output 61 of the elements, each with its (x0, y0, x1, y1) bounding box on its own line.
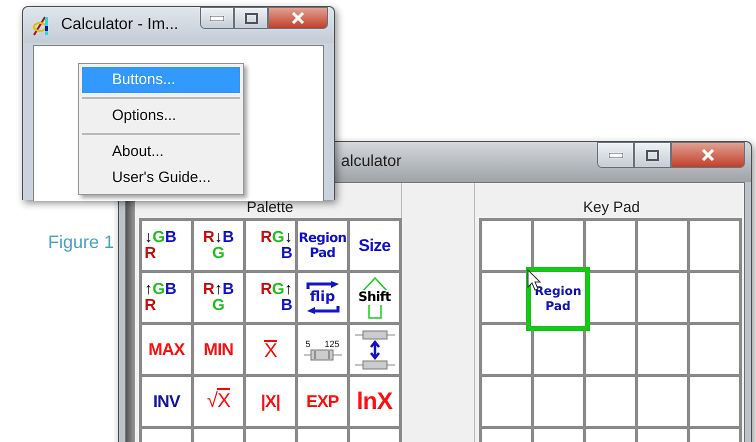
palette-key[interactable]: Region Pad (298, 221, 347, 270)
minimize-icon (210, 16, 224, 20)
panel-title: Palette (246, 198, 294, 218)
close-icon (291, 12, 305, 24)
palette-key[interactable]: ↑GB R (142, 273, 191, 322)
palette-key[interactable]: MAX (142, 325, 191, 374)
keypad-cell (690, 273, 739, 322)
maximize-icon (646, 150, 659, 160)
maximize-button[interactable] (634, 142, 671, 168)
palette-key[interactable]: R↑B G (194, 273, 243, 322)
keypad-key[interactable]: Region Pad (526, 267, 590, 331)
close-button[interactable] (671, 142, 745, 168)
palette-key[interactable]: √X (194, 377, 243, 426)
keypad-cell (534, 377, 583, 426)
palette-key[interactable]: Shift (350, 273, 399, 322)
keypad-cell (690, 325, 739, 374)
arrow-right-icon (306, 281, 340, 290)
keypad-cell (586, 221, 635, 270)
keypad-cell (482, 221, 531, 270)
keypad-cell (586, 377, 635, 426)
close-icon (701, 149, 715, 161)
maximize-icon (244, 12, 258, 24)
keypad-cell (482, 325, 531, 374)
close-button[interactable] (268, 7, 328, 29)
double-slider-icon (354, 330, 394, 370)
palette-key[interactable]: RG↓ B (246, 221, 295, 270)
palette-key[interactable]: MIN (194, 325, 243, 374)
palette-key[interactable]: 5 125 (298, 325, 347, 374)
palette-key[interactable]: INV (142, 377, 191, 426)
keypad-cell (534, 221, 583, 270)
palette-key[interactable]: lnX (350, 377, 399, 426)
palette-key[interactable]: |X| (246, 377, 295, 426)
keypad-cell (690, 221, 739, 270)
keypad-cell (638, 377, 687, 426)
minimize-button[interactable] (597, 142, 634, 168)
maximize-button[interactable] (234, 7, 268, 29)
keypad-cell (638, 273, 687, 322)
palette-key[interactable]: Size (350, 221, 399, 270)
palette-key[interactable]: ↓GB R (142, 221, 191, 270)
palette-key[interactable]: X (246, 325, 295, 374)
palette-key[interactable]: RG↑ B (246, 273, 295, 322)
keypad-cell (638, 325, 687, 374)
keypad-cell (690, 377, 739, 426)
window-title: alculator (341, 153, 402, 171)
arrow-left-icon (306, 305, 340, 314)
window-title: Calculator - Im... (61, 16, 178, 34)
palette-key[interactable]: EXP (298, 377, 347, 426)
minimize-icon (608, 152, 622, 158)
palette-key[interactable] (350, 325, 399, 374)
slider-icon (304, 348, 342, 360)
menu-item[interactable]: User's Guide... (82, 165, 240, 191)
menu-item[interactable]: About... (82, 139, 240, 165)
keypad-cell (482, 377, 531, 426)
figure-caption: Figure 1 (48, 232, 114, 253)
keypad-cell (586, 325, 635, 374)
palette-key[interactable]: flip (298, 273, 347, 322)
keypad-cell (638, 221, 687, 270)
panel-title: Key Pad (583, 198, 640, 218)
menu-item[interactable]: Options... (82, 103, 240, 129)
palette-key[interactable]: R↓B G (194, 221, 243, 270)
minimize-button[interactable] (200, 7, 234, 29)
